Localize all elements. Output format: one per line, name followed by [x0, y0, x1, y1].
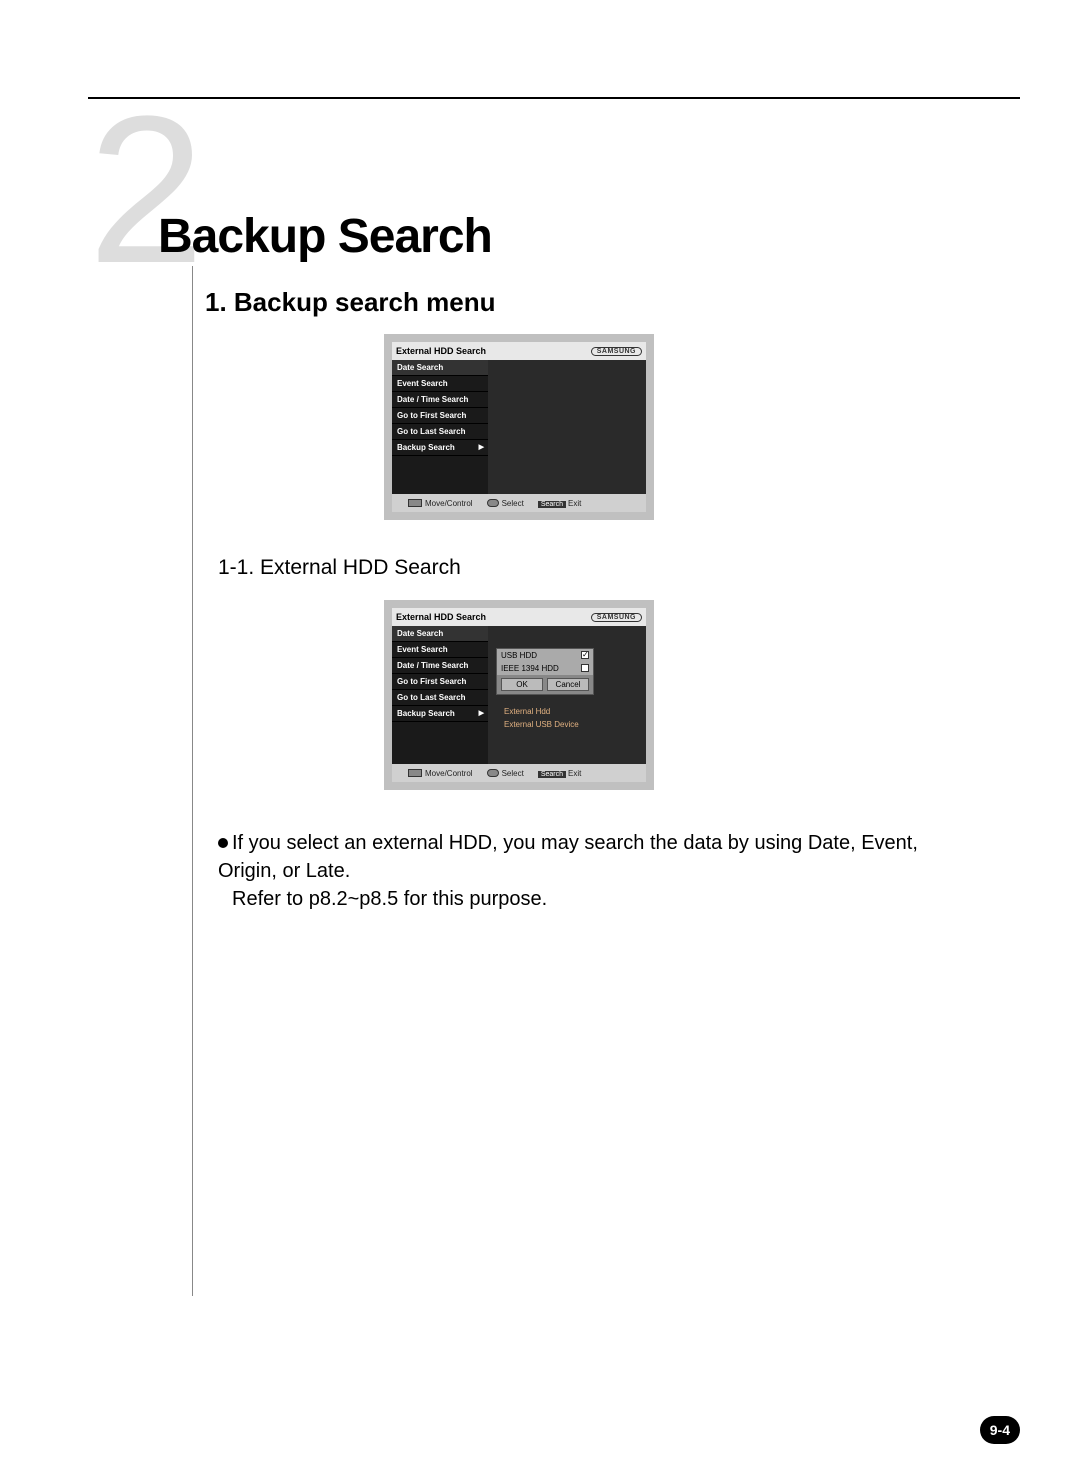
- top-rule: [88, 97, 1020, 99]
- section-heading: 1. Backup search menu: [205, 287, 495, 318]
- dvr-header: External HDD Search SAMSUNG: [392, 342, 646, 360]
- dvr-title: External HDD Search: [396, 346, 486, 356]
- chevron-right-icon: ▶: [479, 709, 484, 717]
- menu-event-search[interactable]: Event Search: [392, 642, 488, 658]
- dvr-main-area: [488, 360, 646, 494]
- ok-button[interactable]: OK: [501, 678, 543, 691]
- menu-datetime-search[interactable]: Date / Time Search: [392, 658, 488, 674]
- chapter-title: Backup Search: [158, 209, 492, 264]
- dvr-footer: Move/Control Select SearchExit: [392, 494, 646, 512]
- enter-icon: [487, 769, 499, 777]
- dvr-title: External HDD Search: [396, 612, 486, 622]
- dvr-screenshot-2: External HDD Search SAMSUNG Date Search …: [384, 600, 654, 790]
- menu-first-search[interactable]: Go to First Search: [392, 408, 488, 424]
- search-btn-icon: Search: [538, 771, 566, 778]
- footer-exit: Exit: [568, 769, 581, 778]
- menu-backup-search[interactable]: Backup Search ▶: [392, 440, 488, 456]
- subsection-heading: 1-1. External HDD Search: [218, 556, 461, 580]
- vertical-divider: [192, 266, 193, 1296]
- dpad-icon: [408, 499, 422, 507]
- dvr-side-menu: Date Search Event Search Date / Time Sea…: [392, 626, 488, 764]
- enter-icon: [487, 499, 499, 507]
- body-paragraph: If you select an external HDD, you may s…: [218, 829, 958, 913]
- menu-first-search[interactable]: Go to First Search: [392, 674, 488, 690]
- popup-ieee-label: IEEE 1394 HDD: [501, 664, 559, 673]
- checkbox-icon[interactable]: [581, 664, 589, 672]
- body-line-2: Refer to p8.2~p8.5 for this purpose.: [232, 885, 547, 913]
- popup-usb-label: USB HDD: [501, 651, 537, 660]
- dvr-header: External HDD Search SAMSUNG: [392, 608, 646, 626]
- page-number: 9-4: [980, 1416, 1020, 1444]
- footer-select: Select: [502, 769, 524, 778]
- checkbox-checked-icon[interactable]: [581, 651, 589, 659]
- chevron-right-icon: ▶: [479, 443, 484, 451]
- submenu-external-hdd[interactable]: External Hdd: [504, 706, 579, 719]
- menu-datetime-search[interactable]: Date / Time Search: [392, 392, 488, 408]
- submenu-external-usb[interactable]: External USB Device: [504, 719, 579, 732]
- menu-backup-label: Backup Search: [397, 709, 455, 718]
- dvr-footer: Move/Control Select SearchExit: [392, 764, 646, 782]
- footer-move: Move/Control: [425, 769, 473, 778]
- popup-usb-row[interactable]: USB HDD: [497, 649, 593, 662]
- bullet-icon: [218, 838, 228, 848]
- footer-select: Select: [502, 499, 524, 508]
- menu-last-search[interactable]: Go to Last Search: [392, 690, 488, 706]
- menu-date-search[interactable]: Date Search: [392, 360, 488, 376]
- hdd-select-popup: USB HDD IEEE 1394 HDD OK Cancel: [496, 648, 594, 695]
- dvr-main-area: USB HDD IEEE 1394 HDD OK Cancel External…: [488, 626, 646, 764]
- samsung-logo: SAMSUNG: [591, 613, 642, 622]
- popup-ieee-row[interactable]: IEEE 1394 HDD: [497, 662, 593, 675]
- cancel-button[interactable]: Cancel: [547, 678, 589, 691]
- menu-event-search[interactable]: Event Search: [392, 376, 488, 392]
- footer-exit: Exit: [568, 499, 581, 508]
- samsung-logo: SAMSUNG: [591, 347, 642, 356]
- menu-date-search[interactable]: Date Search: [392, 626, 488, 642]
- footer-move: Move/Control: [425, 499, 473, 508]
- menu-backup-search[interactable]: Backup Search ▶: [392, 706, 488, 722]
- dpad-icon: [408, 769, 422, 777]
- body-line-1: If you select an external HDD, you may s…: [218, 832, 918, 882]
- dvr-side-menu: Date Search Event Search Date / Time Sea…: [392, 360, 488, 494]
- dvr-screenshot-1: External HDD Search SAMSUNG Date Search …: [384, 334, 654, 520]
- menu-backup-label: Backup Search: [397, 443, 455, 452]
- search-btn-icon: Search: [538, 501, 566, 508]
- menu-last-search[interactable]: Go to Last Search: [392, 424, 488, 440]
